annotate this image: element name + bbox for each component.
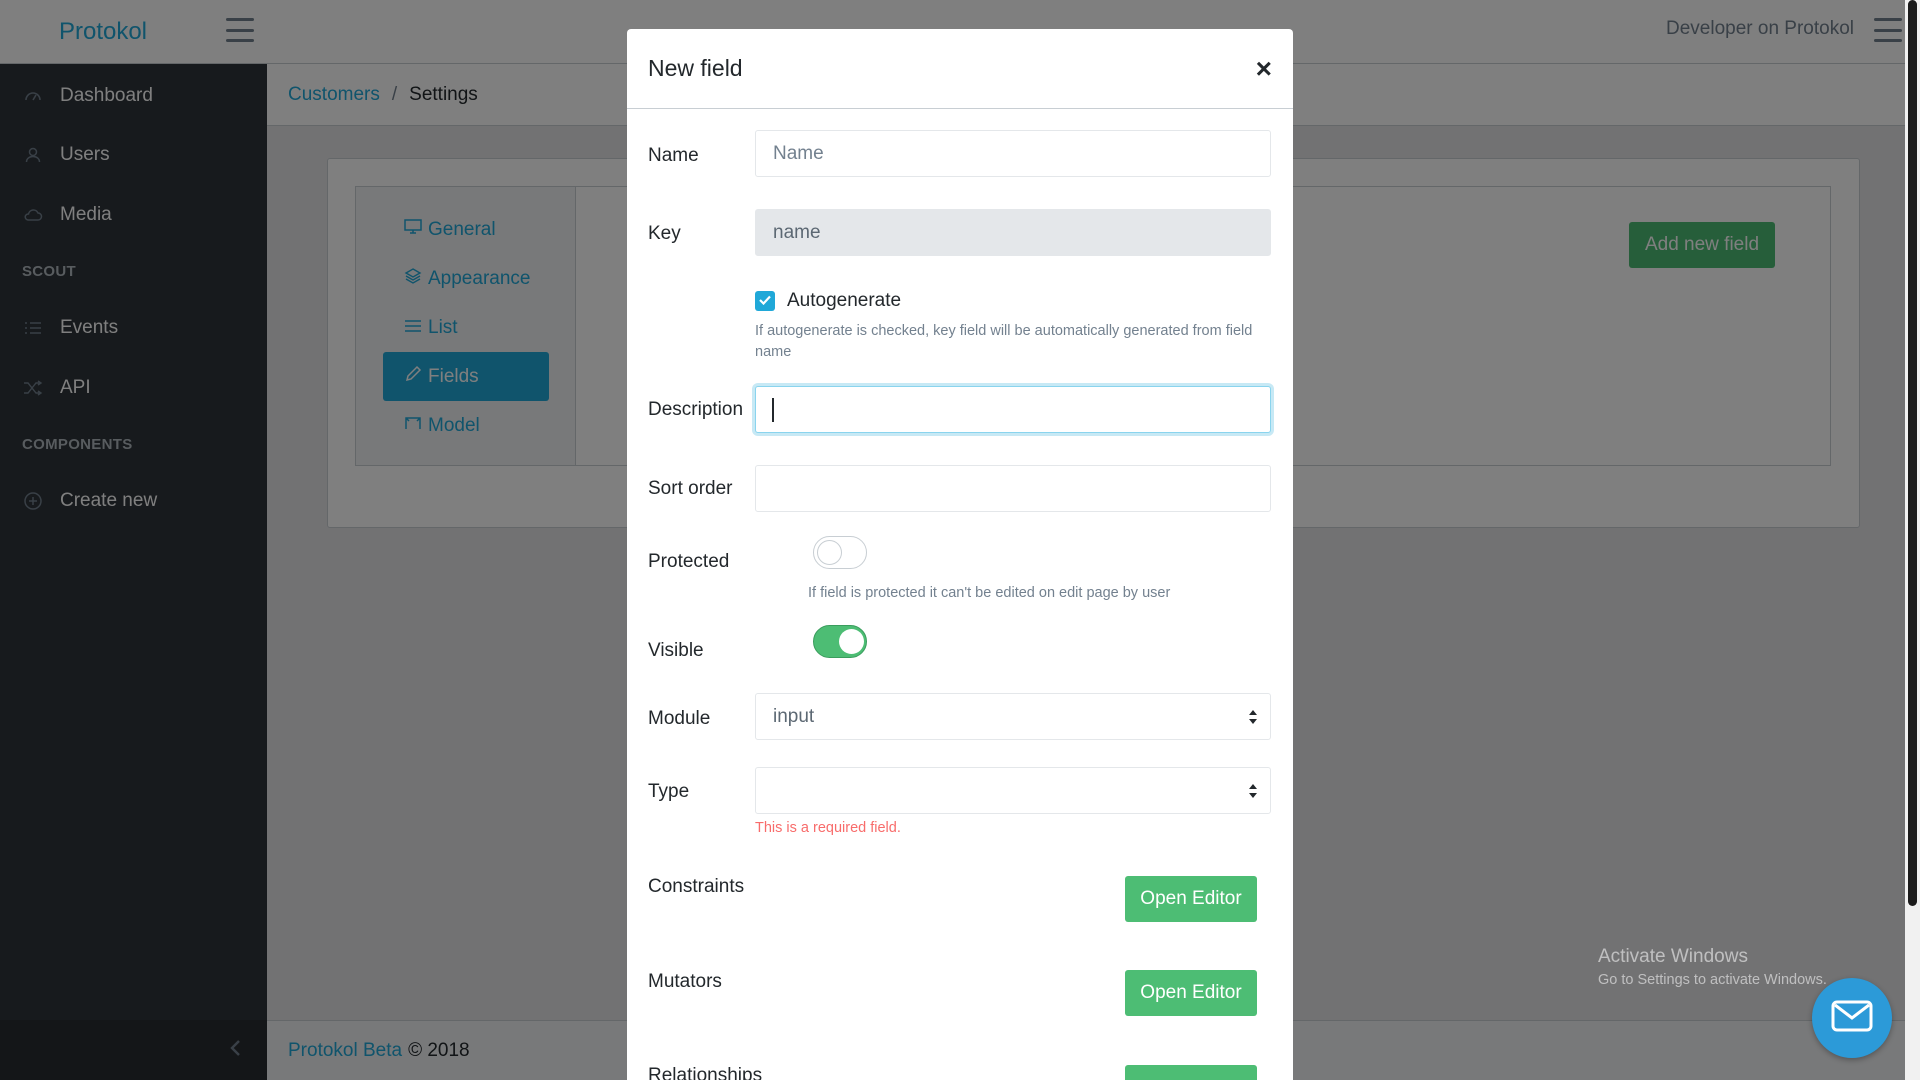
description-label: Description (648, 399, 744, 420)
module-label: Module (648, 708, 711, 729)
text-caret (772, 398, 774, 422)
protected-help-text: If field is protected it can't be edited… (808, 585, 1171, 601)
type-select[interactable] (755, 767, 1271, 814)
select-arrows-icon (1248, 783, 1258, 799)
protected-toggle[interactable] (813, 536, 867, 569)
type-error-text: This is a required field. (755, 820, 901, 836)
watermark-line: Activate Windows (1598, 946, 1748, 967)
new-field-modal: New field × Name Key Autogenerate If aut… (627, 29, 1293, 1080)
sort-order-input[interactable] (755, 465, 1271, 512)
toggle-knob (817, 540, 842, 565)
autogenerate-help-text: If autogenerate is checked, key field wi… (755, 323, 1253, 360)
modal-title: New field (648, 55, 743, 81)
constraints-label: Constraints (648, 876, 745, 897)
description-input[interactable] (755, 386, 1271, 433)
name-input[interactable] (755, 130, 1271, 177)
windows-activation-watermark: Activate Windows Go to Settings to activ… (1598, 946, 1827, 988)
module-select-value: input (773, 705, 815, 727)
module-select[interactable]: input (755, 693, 1271, 740)
visible-toggle[interactable] (813, 625, 867, 658)
relationships-button[interactable] (1125, 1065, 1257, 1080)
sort-order-label: Sort order (648, 478, 733, 499)
mutators-open-editor-button[interactable]: Open Editor (1125, 970, 1257, 1016)
close-icon[interactable]: × (1256, 54, 1272, 83)
modal-header: New field × (627, 29, 1293, 109)
autogenerate-checkbox[interactable] (755, 291, 775, 311)
name-label: Name (648, 145, 699, 166)
type-label: Type (648, 781, 690, 802)
scrollbar-thumb[interactable] (1908, 0, 1917, 906)
key-label: Key (648, 223, 681, 244)
toggle-knob (839, 629, 864, 654)
protected-label: Protected (648, 551, 730, 572)
key-input[interactable] (755, 209, 1271, 256)
select-arrows-icon (1248, 709, 1258, 725)
mutators-label: Mutators (648, 971, 722, 992)
watermark-line: Go to Settings to activate Windows. (1598, 972, 1827, 988)
constraints-open-editor-button[interactable]: Open Editor (1125, 876, 1257, 922)
visible-label: Visible (648, 640, 704, 661)
relationships-label: Relationships (648, 1065, 763, 1080)
mail-icon (1831, 1000, 1873, 1037)
autogenerate-label[interactable]: Autogenerate (787, 290, 901, 312)
check-icon (759, 292, 771, 310)
chat-button[interactable] (1812, 978, 1892, 1058)
page-scrollbar[interactable] (1905, 0, 1920, 1080)
